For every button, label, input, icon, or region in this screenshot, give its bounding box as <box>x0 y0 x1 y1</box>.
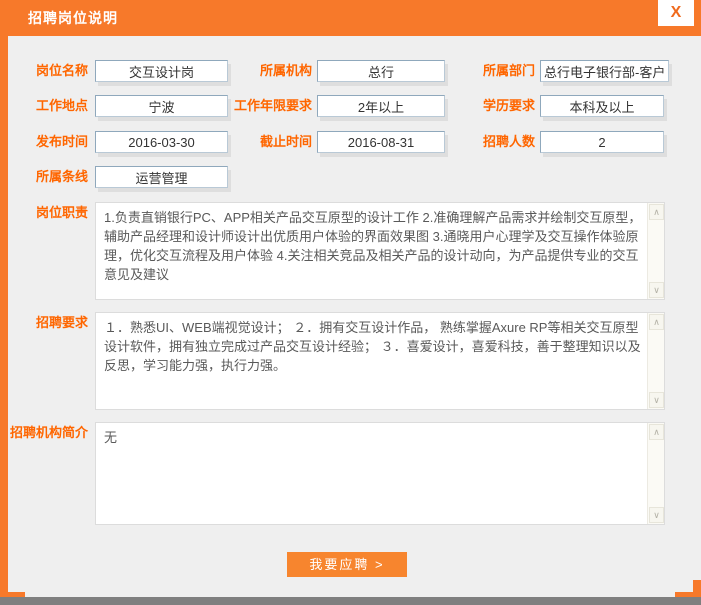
position-name-input[interactable] <box>95 60 228 82</box>
dialog-title: 招聘岗位说明 <box>28 0 118 36</box>
deadline-input[interactable] <box>317 131 445 153</box>
org-intro-field: 无 ∧ ∨ <box>95 422 665 525</box>
dialog-header: 招聘岗位说明 <box>0 0 701 36</box>
business-line-input[interactable] <box>95 166 228 188</box>
window-bottom-bar <box>0 597 701 605</box>
responsibilities-textarea[interactable]: 1.负责直销银行PC、APP相关产品交互原型的设计工作 2.准确理解产品需求并绘… <box>96 203 648 299</box>
dialog-corner-bottom-right <box>693 580 701 597</box>
org-intro-textarea[interactable]: 无 <box>96 423 648 524</box>
requirements-label: 招聘要求 <box>8 312 88 334</box>
publish-date-label: 发布时间 <box>8 131 88 153</box>
department-input[interactable] <box>540 60 669 82</box>
scroll-down-icon[interactable]: ∨ <box>649 282 664 298</box>
requirements-textarea[interactable]: １．熟悉UI、WEB端视觉设计； ２．拥有交互设计作品， 熟练掌握Axure R… <box>96 313 648 409</box>
deadline-label: 截止时间 <box>230 131 312 153</box>
location-label: 工作地点 <box>8 95 88 117</box>
organization-input[interactable] <box>317 60 445 82</box>
dialog-left-border <box>0 36 8 597</box>
close-button[interactable]: X <box>658 0 694 26</box>
education-input[interactable] <box>540 95 664 117</box>
organization-label: 所属机构 <box>230 60 312 82</box>
responsibilities-field: 1.负责直销银行PC、APP相关产品交互原型的设计工作 2.准确理解产品需求并绘… <box>95 202 665 300</box>
requirements-field: １．熟悉UI、WEB端视觉设计； ２．拥有交互设计作品， 熟练掌握Axure R… <box>95 312 665 410</box>
publish-date-input[interactable] <box>95 131 228 153</box>
scroll-up-icon[interactable]: ∧ <box>649 314 664 330</box>
experience-input[interactable] <box>317 95 445 117</box>
scroll-down-icon[interactable]: ∨ <box>649 507 664 523</box>
responsibilities-label: 岗位职责 <box>8 202 88 224</box>
scroll-down-icon[interactable]: ∨ <box>649 392 664 408</box>
org-intro-label: 招聘机构简介 <box>3 422 88 444</box>
education-label: 学历要求 <box>460 95 535 117</box>
business-line-label: 所属条线 <box>8 166 88 188</box>
experience-label: 工作年限要求 <box>230 95 312 117</box>
position-name-label: 岗位名称 <box>8 60 88 82</box>
requirements-scrollbar[interactable]: ∧ ∨ <box>647 313 664 409</box>
scroll-up-icon[interactable]: ∧ <box>649 204 664 220</box>
apply-button[interactable]: 我要应聘 > <box>287 552 407 577</box>
department-label: 所属部门 <box>460 60 535 82</box>
location-input[interactable] <box>95 95 228 117</box>
headcount-label: 招聘人数 <box>460 131 535 153</box>
responsibilities-scrollbar[interactable]: ∧ ∨ <box>647 203 664 299</box>
scroll-up-icon[interactable]: ∧ <box>649 424 664 440</box>
org-intro-scrollbar[interactable]: ∧ ∨ <box>647 423 664 524</box>
headcount-input[interactable] <box>540 131 664 153</box>
